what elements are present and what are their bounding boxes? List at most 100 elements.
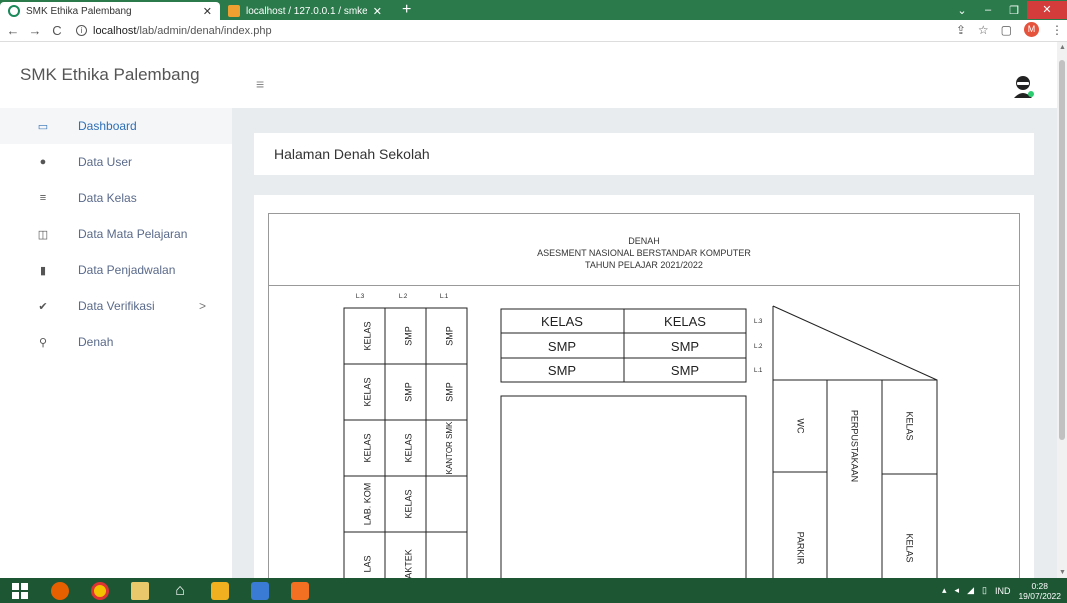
phpmyadmin-icon [228, 5, 240, 17]
sidebar-item-data-verifikasi[interactable]: ✔ Data Verifikasi > [0, 288, 232, 324]
sidebar-item-data-mata-pelajaran[interactable]: ◫ Data Mata Pelajaran [0, 216, 232, 252]
minimize-button[interactable]: – [975, 4, 1001, 16]
room-label: KELAS [362, 321, 372, 350]
start-button[interactable] [0, 578, 40, 603]
book-icon: ◫ [37, 228, 49, 241]
windows-taskbar: ⌂ ▴ ◂ ◢ ▯ IND 0:28 19/07/2022 [0, 578, 1067, 603]
user-icon: ● [39, 156, 47, 168]
room-label: KELAS [541, 314, 583, 329]
tab-phpmyadmin[interactable]: localhost / 127.0.0.1 / smkethika ✕ [220, 2, 390, 20]
sidebar-item-label: Dashboard [78, 119, 137, 133]
volume-icon[interactable]: ◂ [955, 585, 960, 596]
share-icon[interactable]: ⇪ [956, 23, 966, 37]
room-label: LAS [362, 555, 372, 572]
room-label: SMP [548, 339, 576, 354]
sidebar-item-data-user[interactable]: ● Data User [0, 144, 232, 180]
bookmark-star-icon[interactable]: ☆ [978, 23, 989, 37]
chrome-icon[interactable] [80, 578, 120, 603]
page-scrollbar[interactable]: ▲ ▼ [1057, 42, 1067, 578]
forward-icon[interactable]: → [26, 23, 44, 38]
sidebar: ▭ Dashboard ● Data User ≡ Data Kelas ◫ D… [0, 108, 232, 578]
room-label: AKTEK [403, 549, 413, 578]
home-icon[interactable]: ⌂ [160, 578, 200, 603]
windows-logo-icon [12, 582, 28, 599]
url-field[interactable]: i localhost/lab/admin/denah/index.php [76, 25, 272, 37]
sidepanel-icon[interactable]: ▢ [1001, 23, 1012, 37]
sidebar-item-label: Data Kelas [78, 191, 137, 205]
room-label: PERPUSTAKAAN [850, 410, 860, 482]
floor-label: L.2 [399, 294, 408, 300]
battery-icon[interactable]: ▯ [982, 585, 987, 596]
check-icon: ✔ [38, 300, 48, 313]
scroll-up-icon[interactable]: ▲ [1059, 44, 1066, 51]
maximize-button[interactable]: ❐ [1001, 4, 1027, 17]
media-player-icon[interactable] [240, 578, 280, 603]
url-host: localhost [93, 24, 137, 37]
menu-kebab-icon[interactable]: ⋮ [1051, 23, 1063, 37]
list-icon: ≡ [39, 192, 47, 204]
sidebar-item-dashboard[interactable]: ▭ Dashboard [0, 108, 232, 144]
room-label: SMP [403, 382, 413, 402]
sidebar-item-label: Data Verifikasi [78, 299, 155, 313]
info-icon[interactable]: i [76, 25, 87, 36]
sticky-notes-icon[interactable] [200, 578, 240, 603]
language-indicator[interactable]: IND [995, 586, 1011, 596]
app-viewport: SMK Ethika Palembang ≡ ▭ Dashboard ● Dat… [0, 42, 1057, 578]
close-tab-icon[interactable]: ✕ [203, 5, 212, 18]
scroll-down-icon[interactable]: ▼ [1059, 569, 1066, 576]
new-tab-button[interactable]: + [402, 2, 411, 18]
page-title-card: Halaman Denah Sekolah [254, 133, 1034, 175]
profile-avatar[interactable]: M [1024, 22, 1039, 37]
center-floor-labels: L.3 L.2 L.1 [754, 319, 763, 374]
firefox-icon[interactable] [40, 578, 80, 603]
sidebar-item-denah[interactable]: ⚲ Denah [0, 324, 232, 360]
back-icon[interactable]: ← [4, 23, 22, 38]
floor-label: L.1 [440, 294, 449, 300]
file-explorer-icon[interactable] [120, 578, 160, 603]
floor-label: L.1 [754, 368, 763, 374]
user-avatar-icon[interactable] [1011, 74, 1035, 98]
scrollbar-thumb[interactable] [1059, 60, 1065, 440]
sidebar-item-label: Data Mata Pelajaran [78, 227, 188, 241]
close-window-button[interactable]: ✕ [1027, 1, 1067, 19]
room-label: KELAS [362, 377, 372, 406]
denah-map: DENAH ASESMENT NASIONAL BERSTANDAR KOMPU… [268, 213, 1020, 578]
file-icon: ▮ [39, 264, 47, 277]
map-marker-icon: ⚲ [38, 336, 48, 349]
xampp-icon[interactable] [280, 578, 320, 603]
page-title: Halaman Denah Sekolah [274, 146, 430, 162]
clock-time: 0:28 [1031, 580, 1048, 591]
network-icon[interactable]: ◢ [967, 585, 974, 596]
site-icon [8, 5, 20, 17]
denah-title: DENAH ASESMENT NASIONAL BERSTANDAR KOMPU… [269, 214, 1019, 286]
floor-label: L.2 [754, 344, 763, 350]
address-bar-actions: ⇪ ☆ ▢ M ⋮ [956, 22, 1063, 37]
tab-smk-ethika[interactable]: SMK Ethika Palembang ✕ [0, 2, 220, 20]
address-bar: ← → C i localhost/lab/admin/denah/index.… [0, 20, 1067, 42]
right-block-labels: WC PERPUSTAKAAN KELAS PARKIR KELAS [796, 410, 915, 565]
left-block-labels: KELAS SMP SMP KELAS SMP SMP KELAS KELAS … [362, 321, 454, 578]
room-label: KELAS [403, 489, 413, 518]
dropdown-icon[interactable]: ⌄ [949, 4, 975, 17]
hamburger-menu-icon[interactable]: ≡ [256, 76, 264, 92]
room-label: KELAS [905, 411, 915, 440]
reload-icon[interactable]: C [48, 23, 66, 38]
clock[interactable]: 0:28 19/07/2022 [1018, 581, 1061, 601]
center-block-grid [500, 308, 747, 578]
close-tab-icon[interactable]: ✕ [373, 5, 382, 18]
top-navbar: ≡ [232, 42, 1057, 108]
window-controls: ⌄ – ❐ ✕ [949, 0, 1067, 20]
room-label: KELAS [905, 533, 915, 562]
sidebar-item-data-kelas[interactable]: ≡ Data Kelas [0, 180, 232, 216]
tab-title: localhost / 127.0.0.1 / smkethika [246, 5, 367, 17]
denah-floorplan: L.3 L.2 L.1 KELAS SMP SMP KELAS SMP SMP … [343, 294, 938, 578]
floor-label: L.3 [356, 294, 365, 300]
room-label: SMP [671, 339, 699, 354]
room-label: SMP [548, 363, 576, 378]
sidebar-item-label: Data Penjadwalan [78, 263, 176, 277]
tray-arrow-icon[interactable]: ▴ [942, 585, 947, 596]
sidebar-item-data-penjadwalan[interactable]: ▮ Data Penjadwalan [0, 252, 232, 288]
room-label: KELAS [664, 314, 706, 329]
browser-tab-bar: SMK Ethika Palembang ✕ localhost / 127.0… [0, 0, 1067, 20]
brand-title[interactable]: SMK Ethika Palembang [0, 42, 232, 108]
